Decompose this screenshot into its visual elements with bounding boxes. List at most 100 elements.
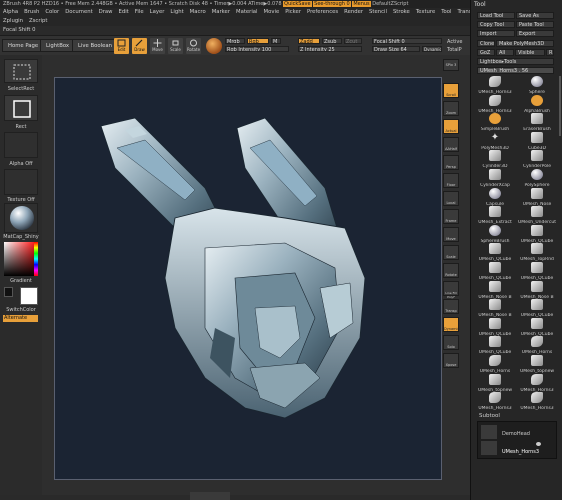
tool-thumbnail[interactable]: UMesh_Nose B xyxy=(517,280,557,300)
menu-light[interactable]: Light xyxy=(170,8,183,17)
menu-zscript[interactable]: Zscript xyxy=(29,17,47,26)
tool-thumbnail[interactable]: SimpleBrush xyxy=(475,113,515,132)
tool-thumbnail[interactable]: UMesh_QCube xyxy=(475,336,515,355)
goz-button[interactable]: GoZ xyxy=(477,49,495,56)
move-view-button[interactable]: Move xyxy=(443,227,459,242)
zadd-toggle[interactable]: Zadd xyxy=(298,38,320,44)
menu-texture[interactable]: Texture xyxy=(416,8,435,17)
dynamic-solo-button[interactable]: Dynamic xyxy=(443,317,459,332)
tool-thumbnail[interactable]: UMesh_TopRnd xyxy=(517,243,557,262)
tool-thumbnail[interactable]: UMesh_Nose xyxy=(517,187,557,207)
copy-tool-button[interactable]: Copy Tool xyxy=(477,21,515,28)
dynamic-toggle[interactable]: Dynamic xyxy=(422,46,442,52)
save-as-button[interactable]: Save As xyxy=(516,12,554,19)
hue-strip[interactable] xyxy=(34,242,38,276)
menu-layer[interactable]: Layer xyxy=(150,8,165,17)
bottom-tray-handle[interactable] xyxy=(190,492,230,500)
select-rect-button[interactable] xyxy=(4,59,38,83)
tool-thumbnail[interactable]: CylinderPole xyxy=(517,150,557,169)
zcut-toggle[interactable]: Zcut xyxy=(344,38,362,44)
local-button[interactable]: Local xyxy=(443,191,459,206)
menu-color[interactable]: Color xyxy=(45,8,59,17)
tool-thumbnail[interactable]: Cylinder3D xyxy=(475,150,515,169)
tool-thumbnail[interactable]: UMesh_QCube xyxy=(475,317,515,337)
export-button[interactable]: Export xyxy=(516,30,554,37)
subtool-header[interactable]: Subtool xyxy=(479,413,500,419)
tool-thumbnail[interactable]: Sphere xyxy=(517,76,557,95)
menu-material[interactable]: Material xyxy=(236,8,258,17)
m-toggle[interactable]: M xyxy=(271,38,281,44)
menu-stencil[interactable]: Stencil xyxy=(369,8,387,17)
subtool-item-active[interactable]: UMesh_Horns3 xyxy=(502,449,539,455)
tool-thumbnail[interactable]: UMesh_Horns3 xyxy=(475,76,515,95)
edit-button[interactable]: Edit xyxy=(114,38,129,54)
tool-thumbnail[interactable]: UMesh_Horns3 xyxy=(475,94,515,114)
aahalf-button[interactable]: AAHalf xyxy=(443,137,459,152)
menu-picker[interactable]: Picker xyxy=(285,8,301,17)
rotate-view-button[interactable]: Rotate xyxy=(443,263,459,278)
frame-button[interactable]: Frame xyxy=(443,209,459,224)
menu-document[interactable]: Document xyxy=(65,8,92,17)
tool-thumbnail[interactable]: UMesh_topnew xyxy=(517,355,557,374)
menu-macro[interactable]: Macro xyxy=(190,8,206,17)
default-zscript[interactable]: DefaultZScript xyxy=(372,1,408,7)
tool-thumbnail[interactable]: UMesh_Nose B xyxy=(475,280,515,300)
tool-thumbnail[interactable]: UMesh_Horns3 xyxy=(517,373,557,393)
make-polymesh-button[interactable]: Make PolyMesh3D xyxy=(496,40,554,47)
solo-button[interactable]: Solo xyxy=(443,335,459,350)
tool-thumbnail[interactable]: AlphaBrush xyxy=(517,94,557,114)
tool-thumbnail[interactable]: ✦ PolyMesh3D xyxy=(475,132,515,151)
alpha-slot[interactable] xyxy=(4,132,38,158)
primary-color-swatch[interactable] xyxy=(20,287,38,305)
tab-lightbox[interactable]: LightBox xyxy=(40,39,76,52)
tool-thumbnail[interactable]: UMesh_Horns3 xyxy=(517,392,557,411)
tool-grid-scrollbar[interactable] xyxy=(559,76,561,136)
spix-button[interactable]: SPix 3 xyxy=(443,59,459,71)
material-sphere-icon[interactable] xyxy=(206,38,222,54)
switchcolor-button[interactable]: SwitchColor xyxy=(2,307,40,313)
scale-button[interactable]: Scale xyxy=(168,38,183,54)
zoom-button[interactable]: Zoom xyxy=(443,101,459,116)
rgb-intensity-slider[interactable]: Rgb Intensity 100 xyxy=(225,46,289,52)
menu-alpha[interactable]: Alpha xyxy=(3,8,18,17)
seethrough-slider[interactable]: See-through 0 xyxy=(313,1,351,7)
polyf-button[interactable]: Line Fill PolyF xyxy=(443,281,459,299)
r-button[interactable]: R xyxy=(546,49,554,56)
visible-button[interactable]: Visible xyxy=(515,49,545,56)
tool-thumbnail[interactable]: UMesh_Horns xyxy=(475,355,515,374)
tab-live-boolean[interactable]: Live Boolean xyxy=(72,39,118,52)
mrgb-toggle[interactable]: Mrgb xyxy=(225,38,245,44)
scale-view-button[interactable]: Scale xyxy=(443,245,459,260)
tool-thumbnail[interactable]: UMesh_QCube xyxy=(517,224,557,244)
texture-slot[interactable] xyxy=(4,169,38,195)
xpose-button[interactable]: Xpose xyxy=(443,353,459,368)
rotate-button[interactable]: Rotate xyxy=(186,38,201,54)
secondary-color-swatch[interactable] xyxy=(4,287,13,297)
menu-file[interactable]: File xyxy=(135,8,144,17)
material-slot[interactable] xyxy=(4,203,38,233)
tool-thumbnail[interactable]: UMesh_Horns xyxy=(517,336,557,355)
subtool-item[interactable]: DemoHead xyxy=(502,431,530,437)
tool-thumbnail[interactable]: CylinderXcap xyxy=(475,169,515,188)
menu-tool[interactable]: Tool xyxy=(441,8,451,17)
tool-thumbnail[interactable]: UMesh_Nose B xyxy=(475,299,515,318)
floor-button[interactable]: Floor xyxy=(443,173,459,188)
menu-render[interactable]: Render xyxy=(344,8,363,17)
tool-thumbnail[interactable]: EraserBrush xyxy=(517,113,557,132)
lightbox-tools-button[interactable]: Lightbox▸Tools xyxy=(477,58,554,65)
rgb-toggle[interactable]: Rgb xyxy=(247,38,269,44)
menu-movie[interactable]: Movie xyxy=(264,8,280,17)
quicksave-button[interactable]: QuickSave xyxy=(283,1,312,7)
move-button[interactable]: Move xyxy=(150,38,165,54)
menu-stroke[interactable]: Stroke xyxy=(393,8,410,17)
current-tool-slider[interactable]: UMesh_Horns3 . 56 xyxy=(477,67,554,74)
all-button[interactable]: All xyxy=(496,49,514,56)
eye-icon[interactable] xyxy=(536,442,541,446)
tool-thumbnail[interactable]: UMesh_Undercut xyxy=(517,206,557,225)
alternate-button[interactable]: Alternate xyxy=(3,315,38,322)
z-intensity-slider[interactable]: Z Intensity 25 xyxy=(298,46,362,52)
tool-thumbnail[interactable]: UMesh_QCube xyxy=(475,262,515,281)
tool-thumbnail[interactable]: PolySphere xyxy=(517,169,557,188)
menu-brush[interactable]: Brush xyxy=(24,8,39,17)
menu-preferences[interactable]: Preferences xyxy=(307,8,338,17)
